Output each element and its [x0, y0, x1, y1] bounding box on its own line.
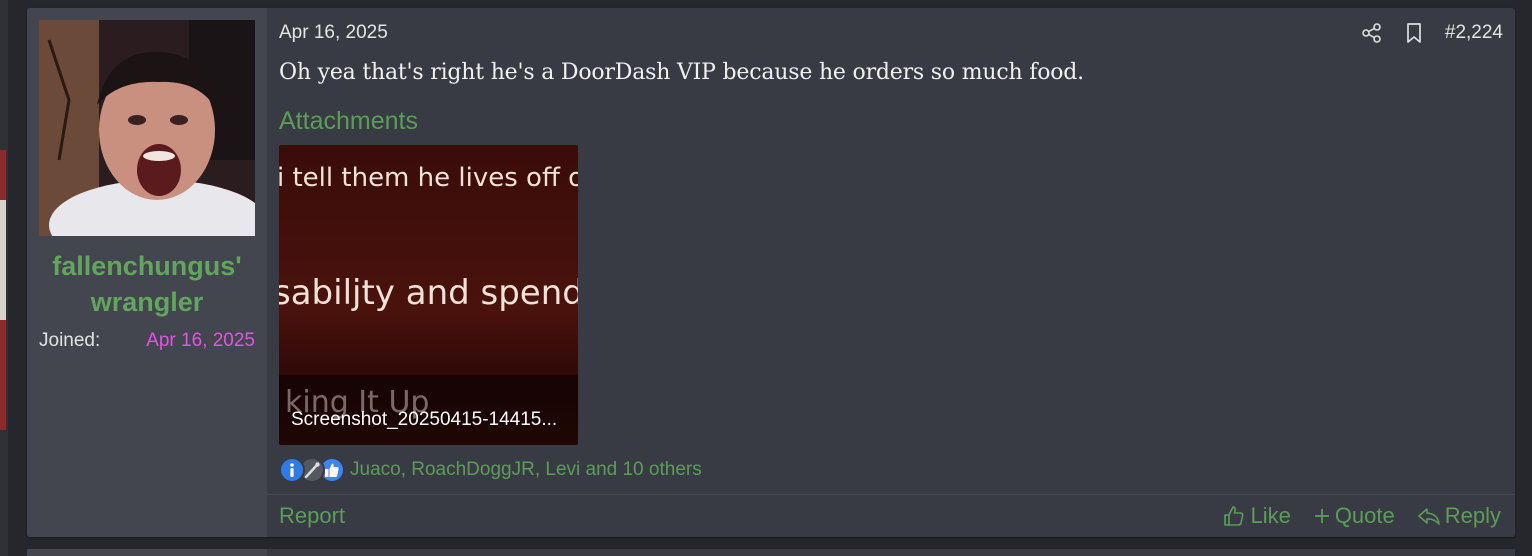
report-link[interactable]: Report [279, 503, 345, 529]
like-label: Like [1250, 503, 1291, 528]
reactions-bar[interactable]: Juaco, RoachDoggJR, Levi and 10 others [279, 457, 702, 483]
adjacent-window-light-block [0, 200, 6, 320]
forum-post: fallenchungus' wrangler Joined: Apr 16, … [27, 8, 1515, 537]
avatar-image [39, 20, 255, 236]
quote-label: Quote [1334, 503, 1395, 528]
thumbnail-text: sabiljty and spends [279, 273, 578, 313]
post-main: Apr 16, 2025 #2,224 Oh yea that's right … [267, 8, 1515, 537]
post-header-actions: #2,224 [1361, 20, 1503, 46]
post-footer-actions: Like Quote Reply [1200, 503, 1501, 529]
attachments-title: Attachments [279, 107, 418, 135]
plus-icon [1314, 509, 1329, 523]
joined-date: Apr 16, 2025 [146, 330, 255, 351]
next-forum-post [27, 549, 1515, 556]
reaction-icons [279, 457, 347, 483]
thumbs-up-outline-icon [1224, 506, 1244, 526]
post-date[interactable]: Apr 16, 2025 [279, 22, 388, 44]
share-icon[interactable] [1361, 22, 1383, 44]
reply-label: Reply [1444, 503, 1501, 528]
avatar[interactable] [39, 20, 255, 236]
reaction-users[interactable]: Juaco, RoachDoggJR, Levi and 10 others [350, 459, 702, 481]
thumbnail-text: i tell them he lives off of d [279, 163, 578, 193]
user-info-column: fallenchungus' wrangler Joined: Apr 16, … [27, 8, 267, 537]
joined-row: Joined: Apr 16, 2025 [39, 330, 255, 352]
footer-divider [267, 494, 1515, 495]
attachment-filename: Screenshot_20250415-14415... [291, 409, 558, 430]
attachment-thumbnail[interactable]: i tell them he lives off of d sabiljty a… [279, 145, 578, 445]
reply-button[interactable]: Reply [1417, 503, 1501, 529]
username[interactable]: fallenchungus' wrangler [27, 248, 267, 320]
adjacent-window-edge [0, 0, 8, 556]
reply-icon [1417, 508, 1440, 525]
post-message: Oh yea that's right he's a DoorDash VIP … [279, 60, 1084, 85]
like-button[interactable]: Like [1222, 503, 1291, 529]
info-icon [279, 457, 305, 483]
bookmark-icon[interactable] [1403, 22, 1425, 44]
quote-button[interactable]: Quote [1313, 503, 1395, 529]
post-number[interactable]: #2,224 [1445, 22, 1503, 44]
next-post-user-column [27, 549, 267, 556]
joined-label: Joined: [39, 330, 101, 351]
